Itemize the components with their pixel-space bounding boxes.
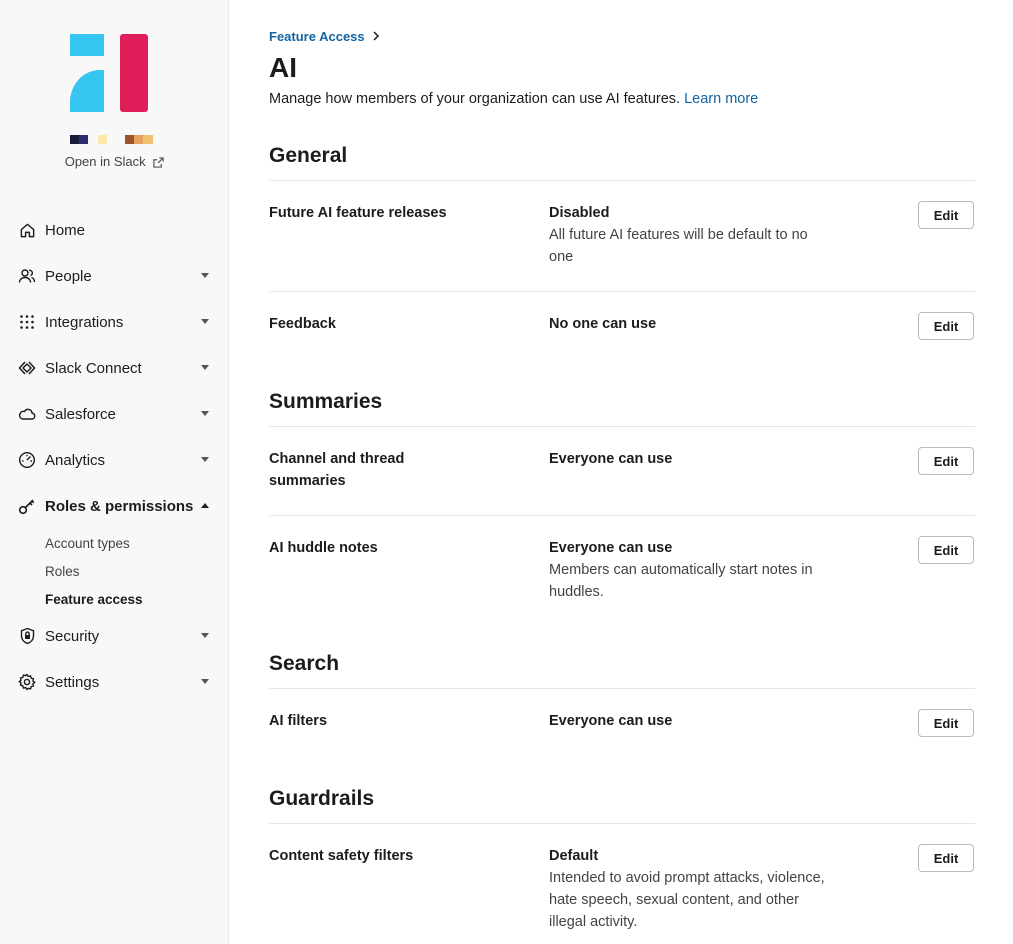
sidebar-item-label: Salesforce xyxy=(45,405,116,423)
gear-icon xyxy=(18,673,36,691)
workspace-name-redacted xyxy=(70,135,153,144)
edit-ai-huddle-notes-button[interactable]: Edit xyxy=(918,536,974,564)
sidebar-item-label: Integrations xyxy=(45,313,124,331)
edit-content-safety-filters-button[interactable]: Edit xyxy=(918,844,974,872)
home-icon xyxy=(18,221,36,239)
sidebar-item-roles-permissions[interactable]: Roles & permissions xyxy=(0,483,229,529)
setting-value-feedback: No one can use xyxy=(549,313,849,335)
logo-blue-top xyxy=(70,34,104,56)
page-description-text: Manage how members of your organization … xyxy=(269,91,681,107)
sidebar-item-label: Slack Connect xyxy=(45,359,142,377)
setting-label-ai-filters: AI filters xyxy=(269,713,328,729)
chevron-down-icon[interactable] xyxy=(201,365,209,370)
sidebar-item-slack-connect[interactable]: Slack Connect xyxy=(0,345,229,391)
key-icon xyxy=(18,497,36,515)
breadcrumb[interactable]: Feature Access xyxy=(269,29,380,44)
setting-value-content-safety-filters: Default Intended to avoid prompt attacks… xyxy=(549,845,849,933)
external-link-icon xyxy=(153,156,164,171)
setting-value-channel-thread-summaries: Everyone can use xyxy=(549,448,849,470)
sidebar-item-salesforce[interactable]: Salesforce xyxy=(0,391,229,437)
grid-dots-icon xyxy=(18,313,36,331)
section-title-general: General xyxy=(269,144,348,167)
setting-value-ai-filters: Everyone can use xyxy=(549,710,849,732)
shield-lock-icon xyxy=(18,627,36,645)
row-divider xyxy=(269,515,975,516)
sidebar-item-label: Security xyxy=(45,627,100,645)
chevron-up-icon[interactable] xyxy=(201,503,209,508)
logo-red-bar xyxy=(120,34,148,112)
page-description: Manage how members of your organization … xyxy=(269,91,758,107)
learn-more-link[interactable]: Learn more xyxy=(684,91,758,107)
setting-detail: All future AI features will be default t… xyxy=(549,227,808,265)
page-title: AI xyxy=(269,52,297,83)
sidebar-item-label: Home xyxy=(45,221,86,239)
setting-status: Everyone can use xyxy=(549,713,673,729)
open-in-slack-link[interactable]: Open in Slack xyxy=(0,154,229,171)
section-divider xyxy=(269,426,975,427)
sidebar-nav: Home People Integrations Slack Connect S… xyxy=(0,207,229,705)
sidebar-item-analytics[interactable]: Analytics xyxy=(0,437,229,483)
setting-value-ai-huddle-notes: Everyone can use Members can automatical… xyxy=(549,537,849,603)
sidebar: Open in Slack Home People Integrations S… xyxy=(0,0,229,944)
setting-label-channel-thread-summaries: Channel and thread summaries xyxy=(269,451,405,489)
sidebar-item-security[interactable]: Security xyxy=(0,613,229,659)
open-in-slack-label: Open in Slack xyxy=(64,154,146,169)
sidebar-item-home[interactable]: Home xyxy=(0,207,229,253)
section-divider xyxy=(269,180,975,181)
section-title-search: Search xyxy=(269,652,340,675)
logo-blue-bottom xyxy=(70,70,104,112)
edit-feedback-button[interactable]: Edit xyxy=(918,312,974,340)
setting-label-content-safety-filters: Content safety filters xyxy=(269,848,414,864)
row-divider xyxy=(269,291,975,292)
chevron-down-icon[interactable] xyxy=(201,633,209,638)
edit-channel-thread-summaries-button[interactable]: Edit xyxy=(918,447,974,475)
setting-detail: Intended to avoid prompt attacks, violen… xyxy=(549,870,825,930)
sidebar-item-label: Analytics xyxy=(45,451,106,469)
setting-status: No one can use xyxy=(549,316,657,332)
roles-permissions-subnav: Account types Roles Feature access xyxy=(0,529,229,613)
chevron-down-icon[interactable] xyxy=(201,679,209,684)
subnav-item-roles[interactable]: Roles xyxy=(45,557,229,585)
sidebar-item-label: People xyxy=(45,267,92,285)
sidebar-item-people[interactable]: People xyxy=(0,253,229,299)
chevron-down-icon[interactable] xyxy=(201,319,209,324)
gauge-icon xyxy=(18,451,36,469)
slack-connect-icon xyxy=(18,359,36,377)
chevron-down-icon[interactable] xyxy=(201,273,209,278)
sidebar-item-integrations[interactable]: Integrations xyxy=(0,299,229,345)
chevron-right-icon xyxy=(372,29,380,44)
setting-status: Everyone can use xyxy=(549,451,673,467)
subnav-item-account-types[interactable]: Account types xyxy=(45,529,229,557)
section-title-guardrails: Guardrails xyxy=(269,787,375,810)
sidebar-item-label: Roles & permissions xyxy=(45,497,194,515)
setting-status: Everyone can use xyxy=(549,540,673,556)
chevron-down-icon[interactable] xyxy=(201,411,209,416)
edit-future-ai-button[interactable]: Edit xyxy=(918,201,974,229)
chevron-down-icon[interactable] xyxy=(201,457,209,462)
setting-label-feedback: Feedback xyxy=(269,316,336,332)
section-divider xyxy=(269,688,975,689)
setting-status: Disabled xyxy=(549,205,610,221)
sidebar-item-label: Settings xyxy=(45,673,100,691)
setting-status: Default xyxy=(549,848,599,864)
breadcrumb-feature-access[interactable]: Feature Access xyxy=(269,29,365,44)
setting-label-ai-huddle-notes: AI huddle notes xyxy=(269,540,378,556)
sidebar-item-settings[interactable]: Settings xyxy=(0,659,229,705)
section-divider xyxy=(269,823,975,824)
workspace-logo[interactable] xyxy=(69,34,149,112)
subnav-item-feature-access[interactable]: Feature access xyxy=(45,585,229,613)
setting-value-future-ai: Disabled All future AI features will be … xyxy=(549,202,849,268)
setting-detail: Members can automatically start notes in… xyxy=(549,562,813,600)
setting-label-future-ai: Future AI feature releases xyxy=(269,205,447,221)
cloud-icon xyxy=(18,405,36,423)
edit-ai-filters-button[interactable]: Edit xyxy=(918,709,974,737)
people-icon xyxy=(18,267,36,285)
section-title-summaries: Summaries xyxy=(269,390,383,413)
